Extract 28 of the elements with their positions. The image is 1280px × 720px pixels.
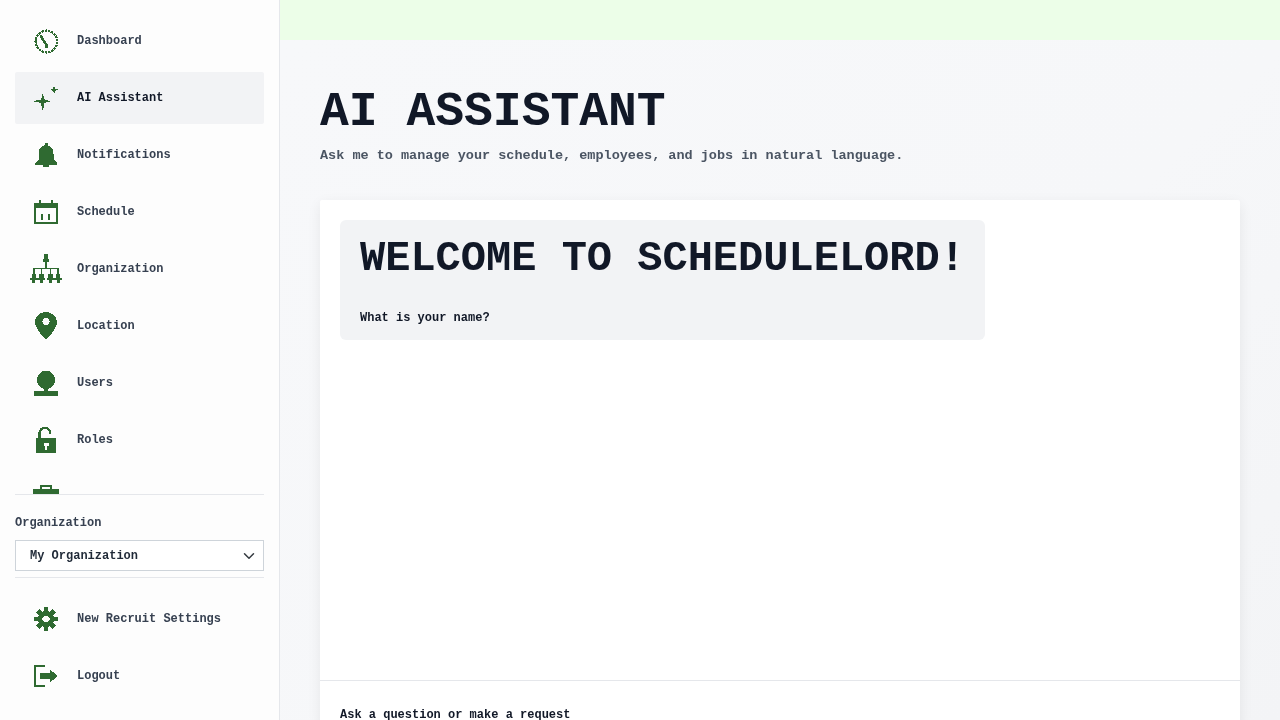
map-pin-icon xyxy=(35,312,57,340)
sidebar-item[interactable]: Organization xyxy=(15,243,264,295)
select-label: Organization xyxy=(15,516,102,530)
logout-icon xyxy=(34,665,58,687)
sidebar-item[interactable]: Notifications xyxy=(15,129,264,181)
bell-icon xyxy=(34,143,58,167)
page-title: AI ASSISTANT xyxy=(320,88,666,136)
input-label: Ask a question or make a request xyxy=(340,709,571,720)
sidebar-item[interactable]: New Recruit Settings xyxy=(15,593,264,645)
message-text: What is your name? xyxy=(360,310,490,327)
organization-select[interactable]: My Organization xyxy=(15,540,264,571)
sidebar-item[interactable]: Schedule xyxy=(15,186,264,238)
message-heading: WELCOME TO SCHEDULELORD! xyxy=(360,238,965,280)
briefcase-icon xyxy=(33,485,59,494)
gear-icon xyxy=(34,607,58,631)
sidebar-item[interactable]: AI Assistant xyxy=(15,72,264,124)
sidebar-item[interactable]: Users xyxy=(15,357,264,409)
sidebar-item[interactable]: Location xyxy=(15,300,264,352)
sidebar-item[interactable]: Dashboard xyxy=(15,15,264,67)
sparkle-icon xyxy=(33,85,59,111)
padlock-icon xyxy=(36,427,56,453)
sidebar-item[interactable]: Roles xyxy=(15,414,264,466)
gauge-icon xyxy=(33,28,59,54)
calendar-icon xyxy=(34,200,58,224)
page-subtitle: Ask me to manage your schedule, employees, and jobs in natural language. xyxy=(320,147,904,165)
sidebar-item[interactable]: Logout xyxy=(15,650,264,702)
org-chart-icon xyxy=(30,254,62,284)
user-icon xyxy=(34,370,58,396)
